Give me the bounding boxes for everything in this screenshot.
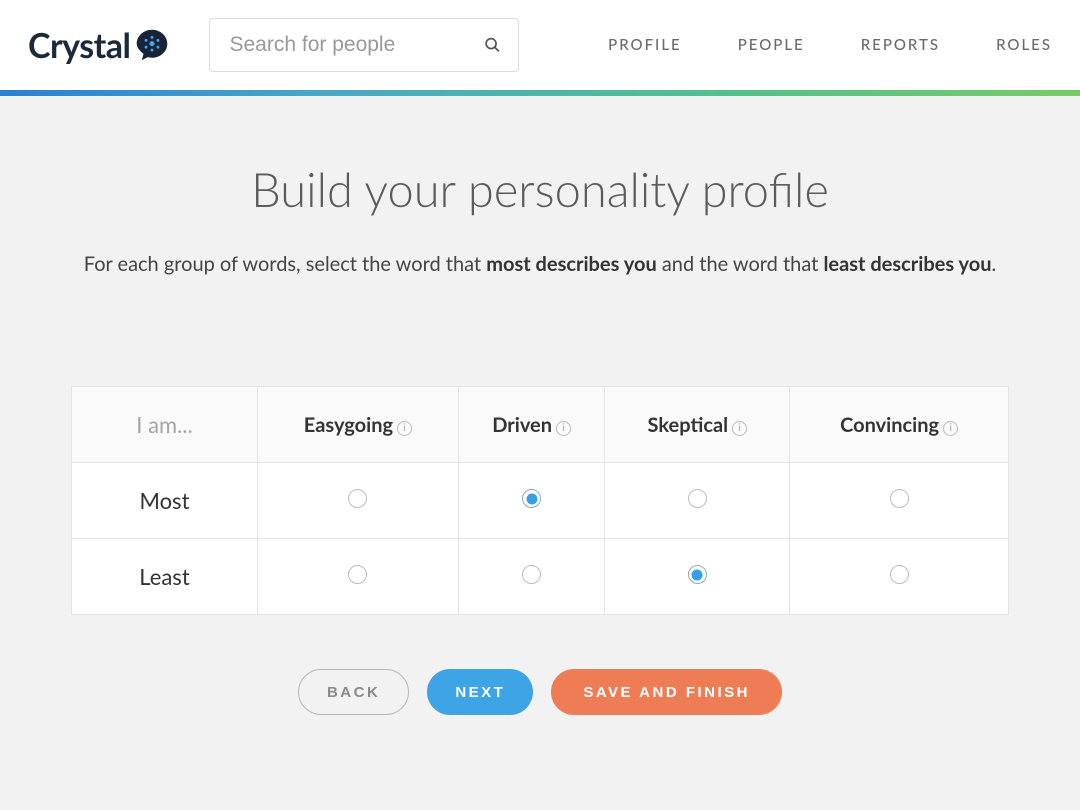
word-header-2: Skepticali [605,387,790,463]
radio-least-1[interactable] [522,565,541,584]
radio-cell [790,463,1009,539]
search-icon[interactable] [484,37,501,54]
subtitle-mid: and the word that [657,252,824,276]
page-subtitle: For each group of words, select the word… [0,252,1080,276]
quiz-row-most: Most [72,463,1009,539]
row-label: Most [72,463,258,539]
word-label: Convincing [840,413,939,437]
page-title: Build your personality profile [0,162,1080,218]
radio-least-0[interactable] [348,565,367,584]
word-label: Driven [492,413,552,437]
word-label: Easygoing [304,413,393,437]
nav-link-roles[interactable]: ROLES [996,36,1052,54]
search-input[interactable] [209,18,519,72]
quiz-row-least: Least [72,539,1009,615]
radio-cell [258,463,459,539]
radio-most-1[interactable] [522,489,541,508]
next-button[interactable]: NEXT [427,669,533,715]
info-icon[interactable]: i [556,421,571,436]
row-label: Least [72,539,258,615]
back-button[interactable]: BACK [298,669,409,715]
crystal-logo-icon [135,28,169,62]
radio-cell [605,539,790,615]
subtitle-text: For each group of words, select the word… [84,252,486,276]
radio-least-2[interactable] [688,565,707,584]
word-header-1: Driveni [458,387,605,463]
quiz-table: I am... Easygoingi Driveni Skepticali Co… [71,386,1009,615]
radio-most-3[interactable] [890,489,909,508]
radio-cell [258,539,459,615]
nav-link-profile[interactable]: PROFILE [608,36,682,54]
word-header-0: Easygoing i [258,387,459,463]
brand-logo[interactable]: Crystal [28,25,169,66]
radio-cell [605,463,790,539]
info-icon[interactable]: i [943,421,958,436]
subtitle-strong-least: least describes you [823,252,991,276]
quiz-header-row: I am... Easygoingi Driveni Skepticali Co… [72,387,1009,463]
nav-link-people[interactable]: PEOPLE [738,36,805,54]
radio-cell [790,539,1009,615]
main-nav: PROFILE PEOPLE REPORTS ROLES [608,36,1052,54]
radio-most-0[interactable] [348,489,367,508]
subtitle-suffix: . [992,252,997,276]
search-container [209,18,519,72]
button-row: BACK NEXT SAVE AND FINISH [0,669,1080,715]
top-navigation: Crystal PROFILE PEOPLE REPORTS ROLES [0,0,1080,90]
save-and-finish-button[interactable]: SAVE AND FINISH [551,669,782,715]
main-content: Build your personality profile For each … [0,96,1080,810]
radio-most-2[interactable] [688,489,707,508]
radio-cell [458,539,605,615]
subtitle-strong-most: most describes you [486,252,657,276]
radio-cell [458,463,605,539]
info-icon[interactable]: i [397,421,412,436]
word-header-3: Convincing i [790,387,1009,463]
info-icon[interactable]: i [732,421,747,436]
word-label: Skeptical [648,413,729,437]
quiz-body: MostLeast [72,463,1009,615]
nav-link-reports[interactable]: REPORTS [861,36,940,54]
radio-least-3[interactable] [890,565,909,584]
corner-label: I am... [72,387,258,463]
brand-name: Crystal [28,25,131,66]
